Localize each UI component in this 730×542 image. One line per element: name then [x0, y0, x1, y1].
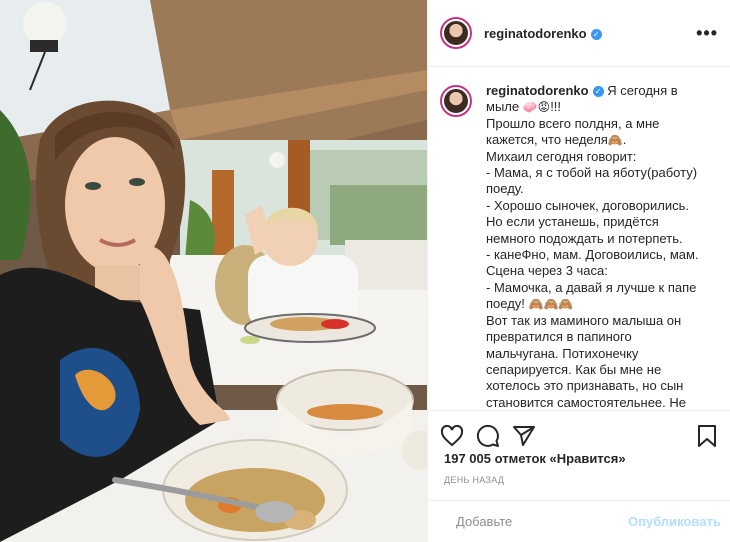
verified-badge-icon: ✓ [590, 28, 602, 40]
caption-line: - Мамочка, а давай я лучше к папе поеду! [486, 279, 697, 312]
caption-line: !!! [550, 99, 562, 115]
likes-number: 197 005 [444, 451, 491, 466]
more-options-icon[interactable]: ••• [696, 23, 718, 44]
comment-box: Опубликовать [428, 500, 730, 542]
caption-line: Вот так из маминого малыша он превратилс… [486, 312, 686, 410]
caption-line: - Мама, я с тобой на яботу(работу) поеду… [486, 165, 698, 197]
post-header: reginatodorenko ✓ ••• [428, 0, 730, 67]
comment-icon[interactable] [476, 424, 500, 448]
publish-button[interactable]: Опубликовать [628, 514, 721, 529]
soap-angry-emoji-icon: 🧼😡 [522, 100, 551, 115]
likes-count[interactable]: 197 005 отметок «Нравится» [444, 451, 626, 466]
caption-text: reginatodorenko ✓ Я сегодня в мыле 🧼😡!!! … [486, 83, 706, 410]
caption-username[interactable]: reginatodorenko [486, 83, 589, 98]
caption-line: - канеФно, мам. Договоились, мам. [486, 247, 699, 263]
header-username[interactable]: reginatodorenko ✓ [484, 26, 602, 41]
selfie-restaurant-image [0, 0, 427, 542]
share-icon[interactable] [512, 424, 536, 448]
post-side-panel: reginatodorenko ✓ ••• reginatodorenko ✓ Я … [427, 0, 730, 542]
heart-icon[interactable] [440, 424, 464, 448]
post-timestamp[interactable]: ДЕНЬ НАЗАД [444, 475, 504, 485]
monkey-emoji-icon: 🙈🙈🙈 [528, 297, 574, 312]
monkey-emoji-icon: 🙈 [607, 133, 623, 148]
comment-input[interactable] [454, 513, 628, 530]
caption-area[interactable]: reginatodorenko ✓ Я сегодня в мыле 🧼😡!!! … [428, 67, 730, 410]
post-photo[interactable] [0, 0, 427, 542]
caption-line: Михаил сегодня говорит: [486, 148, 637, 164]
caption-line: Сцена через 3 часа: [486, 263, 608, 279]
caption-line: Прошло всего полдня, а мне кажется, что … [486, 115, 660, 148]
caption-avatar[interactable] [440, 85, 472, 117]
instagram-post: reginatodorenko ✓ ••• reginatodorenko ✓ Я … [0, 0, 730, 542]
verified-badge-icon: ✓ [592, 86, 604, 97]
caption-line: - Хорошо сыночек, договорились. Но если … [486, 197, 690, 246]
avatar[interactable] [440, 17, 472, 49]
likes-label: отметок «Нравится» [494, 451, 626, 466]
bookmark-icon[interactable] [695, 424, 719, 448]
